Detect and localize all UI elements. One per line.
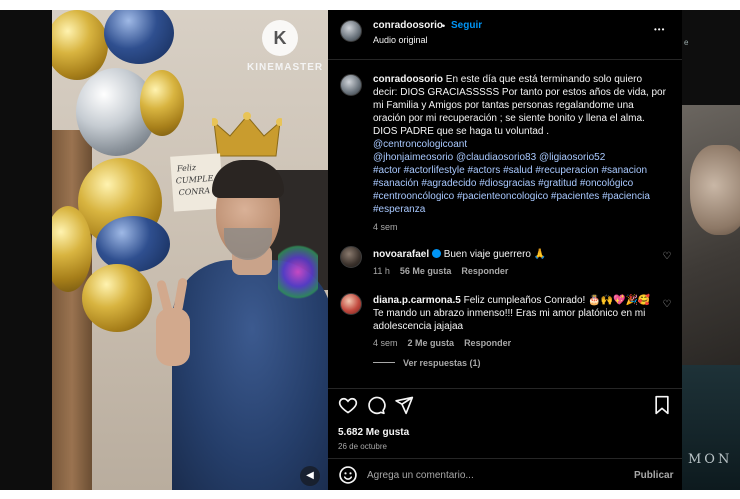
avatar[interactable] <box>340 20 362 42</box>
view-replies[interactable]: Ver respuestas (1) <box>373 358 653 368</box>
mention-line-2: @jhonjaimeosorio @claudiaosorio83 @ligia… <box>373 151 669 164</box>
header-username[interactable]: conradoosorio <box>373 20 443 31</box>
hashtag[interactable]: #recuperacion <box>535 165 598 176</box>
hashtag[interactable]: #sanacion <box>601 165 647 176</box>
caption-text: conradoosorio En este día que está termi… <box>373 73 669 138</box>
sign-line-1: Feliz <box>176 163 197 174</box>
backdrop-right: e MON <box>682 10 740 490</box>
comment-username[interactable]: diana.p.carmona.5 <box>373 295 461 306</box>
comment-username[interactable]: novoarafael <box>373 249 429 260</box>
comment-meta: 4 sem 2 Me gusta Responder <box>373 338 653 348</box>
hashtag[interactable]: #sanación <box>373 178 419 189</box>
hashtag[interactable]: #paciencia <box>602 191 650 202</box>
hashtag[interactable]: #agradecido <box>421 178 476 189</box>
hashtag[interactable]: #salud <box>503 165 532 176</box>
comment-avatar[interactable] <box>340 293 362 315</box>
hashtag[interactable]: #actorlifestyle <box>404 165 465 176</box>
sign-line-2: CUMPLE <box>175 173 214 186</box>
add-comment-bar: Agrega un comentario... Publicar <box>328 458 682 490</box>
hashtag[interactable]: #actors <box>468 165 501 176</box>
like-heart-icon[interactable] <box>338 395 358 415</box>
backdrop-title-text: MON <box>688 452 733 467</box>
comment-likes[interactable]: 2 Me gusta <box>408 338 455 348</box>
backdrop-tile-bottom: MON <box>682 365 740 490</box>
volume-icon[interactable]: ◀ <box>300 466 320 486</box>
tinsel-decoration <box>278 242 318 302</box>
hashtag[interactable]: #oncológico <box>580 178 633 189</box>
hashtag[interactable]: #pacientes <box>551 191 599 202</box>
follow-button[interactable]: Seguir <box>451 20 482 31</box>
comment: novoarafael Buen viaje guerrero 🙏 11 h 5… <box>373 248 653 276</box>
header-separator: • <box>442 21 446 31</box>
post-actions: 5.682 Me gusta 26 de octubre <box>328 388 682 458</box>
sign-line-3: CONRA <box>178 186 211 198</box>
hashtag[interactable]: #actor <box>373 165 401 176</box>
balloon-blue <box>96 216 170 272</box>
post-header: conradoosorio • Seguir Audio original ••… <box>328 10 682 60</box>
hashtag[interactable]: #pacienteoncologico <box>457 191 548 202</box>
hashtag[interactable]: #gratitud <box>538 178 577 189</box>
caption: conradoosorio En este día que está termi… <box>373 73 669 232</box>
comment: diana.p.carmona.5 Feliz cumpleaños Conra… <box>373 294 653 368</box>
comment-like-heart-icon[interactable]: ♡ <box>662 252 672 262</box>
audio-original-label[interactable]: Audio original <box>373 35 428 45</box>
caption-time: 4 sem <box>373 222 398 232</box>
caption-username[interactable]: conradoosorio <box>373 74 443 85</box>
comment-time: 11 h <box>373 266 390 276</box>
comment-body-line-3: adolescencia jajajaa <box>373 321 464 332</box>
publish-button[interactable]: Publicar <box>634 470 673 481</box>
hashtags: #actor #actorlifestyle #actors #salud #r… <box>373 164 669 216</box>
verified-badge-icon <box>431 249 441 258</box>
mention[interactable]: @jhonjaimeosorio <box>373 152 453 163</box>
backdrop-small-text: e <box>684 38 689 47</box>
comment-likes[interactable]: 56 Me gusta <box>400 266 452 276</box>
reply-button[interactable]: Responder <box>464 338 511 348</box>
balloon-gold <box>82 264 152 332</box>
backdrop-tile-middle <box>682 105 740 365</box>
view-replies-label[interactable]: Ver respuestas (1) <box>403 358 481 368</box>
hashtag[interactable]: #centrooncólogico <box>373 191 454 202</box>
reply-button[interactable]: Responder <box>461 266 508 276</box>
comment-time: 4 sem <box>373 338 398 348</box>
post-date: 26 de octubre <box>338 442 387 451</box>
caption-avatar[interactable] <box>340 74 362 96</box>
mention[interactable]: @claudiaosorio83 <box>456 152 536 163</box>
backdrop-tile-top: e <box>682 10 740 105</box>
mention-line-1: @centroncologicoant <box>373 138 669 151</box>
crown-balloon <box>212 112 282 157</box>
comment-avatar[interactable] <box>340 246 362 268</box>
more-options-icon[interactable]: ••• <box>654 25 665 34</box>
hashtag[interactable]: #esperanza <box>373 204 425 215</box>
comment-text: novoarafael Buen viaje guerrero 🙏 <box>373 248 653 261</box>
replies-divider <box>373 362 395 363</box>
emoji-icon[interactable] <box>338 465 358 485</box>
mention[interactable]: @ligiaosorio52 <box>539 152 605 163</box>
backdrop-face <box>690 145 740 235</box>
post-panel: conradoosorio • Seguir Audio original ••… <box>328 10 682 490</box>
comment-body-line-1: Feliz cumpleaños Conrado! 🎂🙌💖🎉🥰 <box>463 295 651 306</box>
balloon-gold <box>140 70 184 136</box>
comment-meta: 11 h 56 Me gusta Responder <box>373 266 653 276</box>
backdrop-left <box>0 10 52 490</box>
kinemaster-watermark: KINEMASTER <box>247 62 324 73</box>
comment-like-heart-icon[interactable]: ♡ <box>662 300 672 310</box>
mention[interactable]: @centroncologicoant <box>373 139 467 150</box>
kinemaster-logo-icon <box>262 20 298 56</box>
bookmark-icon[interactable] <box>652 395 672 415</box>
like-count[interactable]: 5.682 Me gusta <box>338 427 409 438</box>
post-video[interactable]: Feliz CUMPLE CONRA KINEMASTER ◀ <box>52 10 328 490</box>
comment-body-line-2: Te mando un abrazo inmenso!!! Eras mi am… <box>373 308 646 319</box>
screen: e MON Feliz CUMPLE CONRA K KINEMASTER ◀ … <box>0 0 740 499</box>
comment-text: diana.p.carmona.5 Feliz cumpleaños Conra… <box>373 294 653 307</box>
comment-body: Buen viaje guerrero 🙏 <box>443 249 547 260</box>
peace-sign-hand <box>156 308 190 366</box>
share-send-icon[interactable] <box>394 395 414 415</box>
comment-bubble-icon[interactable] <box>366 395 386 415</box>
comment-input[interactable]: Agrega un comentario... <box>367 470 474 481</box>
hashtag[interactable]: #diosgracias <box>479 178 535 189</box>
